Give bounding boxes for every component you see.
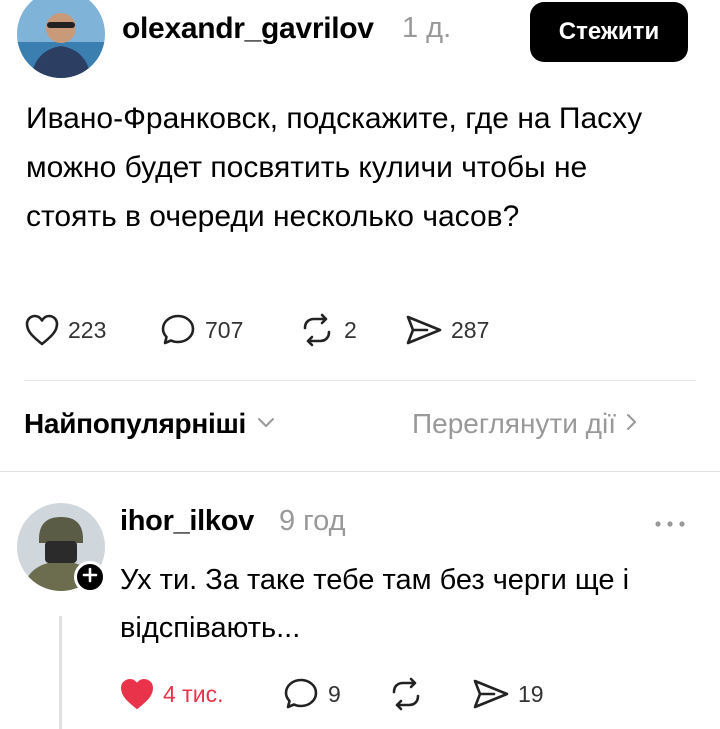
reply-timestamp: 9 год xyxy=(279,505,346,537)
repost-button[interactable]: 2 xyxy=(298,313,357,347)
reply-comment-count: 9 xyxy=(328,680,341,707)
heart-icon xyxy=(119,677,155,711)
reply-share-button[interactable]: 19 xyxy=(472,677,544,711)
heart-icon xyxy=(24,313,60,347)
sort-dropdown[interactable]: Найпопулярніші xyxy=(24,408,276,440)
reply-like-button[interactable]: 4 тис. xyxy=(119,677,223,711)
reply-share-count: 19 xyxy=(518,680,544,707)
follow-reply-author-button[interactable] xyxy=(74,561,106,593)
follow-button[interactable]: Стежити xyxy=(530,2,688,62)
reply-like-count: 4 тис. xyxy=(163,680,224,707)
post-text: Ивано-Франковск, подскажите, где на Пасх… xyxy=(26,102,643,233)
like-button[interactable]: 223 xyxy=(24,313,106,347)
reply-text: Ух ти. За таке тебе там без черги ще і в… xyxy=(120,564,630,644)
chevron-down-icon xyxy=(256,415,276,434)
post-timestamp: 1 д. xyxy=(402,12,452,44)
thread-line xyxy=(59,616,62,729)
share-icon xyxy=(405,313,443,347)
comment-count: 707 xyxy=(205,316,244,343)
repost-icon xyxy=(387,677,425,711)
repost-icon xyxy=(298,313,336,347)
comment-icon xyxy=(161,313,197,347)
sort-label: Найпопулярніші xyxy=(24,408,246,439)
comment-button[interactable]: 707 xyxy=(161,313,243,347)
view-activity-label: Переглянути дії xyxy=(412,408,616,439)
repost-count: 2 xyxy=(344,316,357,343)
reply-username[interactable]: ihor_ilkov xyxy=(120,505,254,538)
more-icon xyxy=(654,516,686,533)
author-avatar[interactable] xyxy=(17,0,105,78)
reply-repost-button[interactable] xyxy=(387,677,425,711)
plus-icon xyxy=(82,567,98,588)
author-username[interactable]: olexandr_gavrilov xyxy=(122,12,374,46)
more-options-button[interactable] xyxy=(654,516,686,534)
like-count: 223 xyxy=(68,316,107,343)
divider xyxy=(24,380,696,381)
chevron-right-icon xyxy=(624,411,638,438)
share-icon xyxy=(472,677,510,711)
share-button[interactable]: 287 xyxy=(405,313,489,347)
view-activity-link[interactable]: Переглянути дії xyxy=(412,408,638,440)
reply-comment-button[interactable]: 9 xyxy=(284,677,341,711)
divider xyxy=(0,471,720,472)
comment-icon xyxy=(284,677,320,711)
share-count: 287 xyxy=(451,316,490,343)
